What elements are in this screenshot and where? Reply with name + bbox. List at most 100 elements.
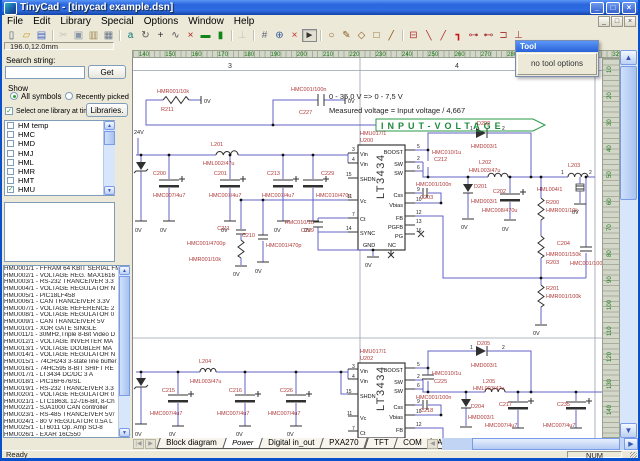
library-list-scrollbar[interactable]: ▲ ▼ xyxy=(103,121,115,195)
menu-item[interactable]: Help xyxy=(229,15,260,28)
toolbar-icon[interactable] xyxy=(228,29,235,42)
polygon-tool-icon[interactable]: ◇ xyxy=(354,29,369,42)
zoom-in-icon[interactable]: ⊕ xyxy=(272,29,287,42)
symbol-list-item[interactable]: HMU019/1 - RS-232 TRANCEIVER 3.3 xyxy=(4,386,129,393)
library-checkbox[interactable] xyxy=(7,150,14,157)
library-checkbox[interactable] xyxy=(7,177,14,184)
library-item[interactable]: HMD xyxy=(5,139,114,148)
library-item[interactable]: HMU xyxy=(5,185,114,194)
menu-item[interactable]: Special xyxy=(96,15,139,28)
copy-icon[interactable]: ▣ xyxy=(71,29,86,42)
horizontal-scrollbar[interactable]: ▶ xyxy=(442,438,638,450)
symbol-list-item[interactable]: HMU001/1 - FFRAM 64 KBIT SERIAL FM xyxy=(4,266,129,273)
resize-grip[interactable] xyxy=(630,452,637,459)
open-folder-icon[interactable]: ▱ xyxy=(19,29,34,42)
symbol-list-item[interactable]: HMU012/1 - VOLTAGE INVERTER MA xyxy=(4,339,129,346)
library-checkbox[interactable] xyxy=(7,186,14,193)
menu-item[interactable]: File xyxy=(2,15,28,28)
scroll-down-button[interactable]: ▼ xyxy=(620,423,637,438)
rectangle-tool-icon[interactable]: □ xyxy=(369,29,384,42)
sheet-tab[interactable]: COM xyxy=(393,438,431,449)
symbol-list-item[interactable]: HMU022/1 - SJA1000 CAN controller xyxy=(4,405,129,412)
close-button[interactable]: × xyxy=(622,2,636,14)
bus-tool-icon[interactable]: ⊟ xyxy=(406,29,421,42)
library-checkbox[interactable] xyxy=(7,131,14,138)
rotate-tool-icon[interactable]: ↻ xyxy=(138,29,153,42)
symbol-list-item[interactable]: HMU010/1 - XOR GATE SINGLE xyxy=(4,326,129,333)
tab-scroll-right-button[interactable]: ◀ xyxy=(427,439,438,449)
maximize-button[interactable]: □ xyxy=(606,2,620,14)
symbol-list-item[interactable]: HMU006/1 - CAN TRANCEIVER 3.3V xyxy=(4,299,129,306)
symbol-list-item[interactable]: HMU013/1 - VOLTAGE DOUBLER MA xyxy=(4,346,129,353)
select-cursor-icon[interactable]: ► xyxy=(302,29,317,42)
menu-item[interactable]: Window xyxy=(183,15,229,28)
symbol-list-item[interactable]: HMU005/1 - PIC18LF458 xyxy=(4,293,129,300)
toolbar-icon[interactable] xyxy=(399,29,406,42)
line-tool-icon[interactable]: ╱ xyxy=(384,29,399,42)
save-icon[interactable]: ▤ xyxy=(34,29,49,42)
print-icon[interactable]: ▦ xyxy=(101,29,116,42)
cut-icon[interactable]: ✂ xyxy=(56,29,71,42)
label-tool-icon[interactable]: ⊐ xyxy=(496,29,511,42)
symbol-list-item[interactable]: HMU015/1 - 74CH243 3-state line buffer xyxy=(4,359,129,366)
mdi-restore-button[interactable]: □ xyxy=(611,16,623,27)
pen-tool-icon[interactable]: ✎ xyxy=(339,29,354,42)
tool-options-popup[interactable]: Tool no tool options xyxy=(515,40,599,77)
library-item[interactable]: HMJ xyxy=(5,149,114,158)
scroll-up-button[interactable]: ▲ xyxy=(620,50,637,65)
scroll-right-button[interactable]: ▶ xyxy=(624,438,638,450)
library-list[interactable]: HM temp HMC HMD HMJ xyxy=(4,120,115,196)
text-tool-icon[interactable]: a xyxy=(123,29,138,42)
symbol-list-item[interactable]: HMU026/1 - EXAR 16C550 xyxy=(4,432,129,438)
title-bar[interactable]: TinyCad - [tinycad example.dsn] _□× xyxy=(0,0,640,15)
library-item[interactable]: HMC xyxy=(5,130,114,139)
recently-picked-radio[interactable] xyxy=(65,92,73,100)
block-tool-icon[interactable]: ▮ xyxy=(213,29,228,42)
zoom-reset-icon[interactable]: × xyxy=(287,29,302,42)
menu-item[interactable]: Options xyxy=(139,15,183,28)
new-file-icon[interactable]: ▯ xyxy=(4,29,19,42)
symbol-list-item[interactable]: HMU020/1 - VOLTAGE REGULATOR 0 xyxy=(4,392,129,399)
line-down-tool-icon[interactable]: ╲ xyxy=(421,29,436,42)
schematic-canvas[interactable]: 340 - 35,0 V => 0 - 7,5 VMeasured voltag… xyxy=(132,58,602,438)
symbol-list-item[interactable]: HMU011/1 - 30MHz,Triple 8-Bit Video D xyxy=(4,332,129,339)
symbol-list-scrollbar[interactable]: ▲ ▼ xyxy=(118,266,130,437)
symbol-list-item[interactable]: HMU004/1 - VOLTAGE REGULATOR N xyxy=(4,286,129,293)
mdi-minimize-button[interactable]: _ xyxy=(598,16,610,27)
toolbar-icon[interactable] xyxy=(116,29,123,42)
symbol-list-item[interactable]: HMU002/1 - VOLTAGE REG. MAX1616 xyxy=(4,273,129,280)
library-checkbox[interactable] xyxy=(7,122,14,129)
library-checkbox[interactable] xyxy=(7,159,14,166)
library-item[interactable]: HM temp xyxy=(5,121,114,130)
mdi-close-button[interactable]: × xyxy=(624,16,636,27)
sheet-tab[interactable]: PXA270 xyxy=(319,438,368,449)
symbol-list-item[interactable]: HMU007/1 - VOLTAGE REFERENCE 2 xyxy=(4,306,129,313)
symbol-list-item[interactable]: HMU024/1 - 80 V REGULATOR 0.5A L xyxy=(4,419,129,426)
toolbar-icon[interactable] xyxy=(250,29,257,42)
symbol-list-item[interactable]: HMU003/1 - RS-232 TRANCEIVER 3.3 xyxy=(4,279,129,286)
bus-entry-tool-icon[interactable]: ⊷ xyxy=(481,29,496,42)
junction-tool-icon[interactable]: ⊶ xyxy=(466,29,481,42)
tab-scroll-first-button[interactable]: |◀ xyxy=(133,439,144,449)
symbol-list-item[interactable]: HMU025/1 - LT6011 Op. Amp SO-8 xyxy=(4,425,129,432)
curve-tool-icon[interactable]: ∿ xyxy=(168,29,183,42)
symbol-list-item[interactable]: HMU014/1 - VOLTAGE REGULATOR N xyxy=(4,352,129,359)
menu-item[interactable]: Library xyxy=(55,15,96,28)
library-item[interactable]: HMR xyxy=(5,167,114,176)
menu-item[interactable]: Edit xyxy=(28,15,55,28)
library-item[interactable]: HMT xyxy=(5,176,114,185)
library-checkbox[interactable] xyxy=(7,140,14,147)
get-button[interactable]: Get xyxy=(88,65,126,79)
move-tool-icon[interactable]: + xyxy=(153,29,168,42)
symbol-list-item[interactable]: HMU017/1 - LT3434 DC/DC 3 A xyxy=(4,372,129,379)
tool-popup-title[interactable]: Tool xyxy=(516,41,598,52)
line-up-tool-icon[interactable]: ╱ xyxy=(436,29,451,42)
symbol-list-item[interactable]: HMU016/1 - 74HC595 8-BIT SHIFT RE xyxy=(4,366,129,373)
library-checkbox[interactable] xyxy=(7,168,14,175)
search-input[interactable] xyxy=(5,66,85,79)
symbol-list[interactable]: HMU001/1 - FFRAM 64 KBIT SERIAL FMHMU002… xyxy=(3,265,130,438)
snap-grid-icon[interactable]: # xyxy=(257,29,272,42)
library-item[interactable]: HML xyxy=(5,158,114,167)
symbol-list-item[interactable]: HMU023/1 - RS-485 TRANCEIVER 5V/ xyxy=(4,412,129,419)
libraries-button[interactable]: Libraries. xyxy=(86,103,128,117)
